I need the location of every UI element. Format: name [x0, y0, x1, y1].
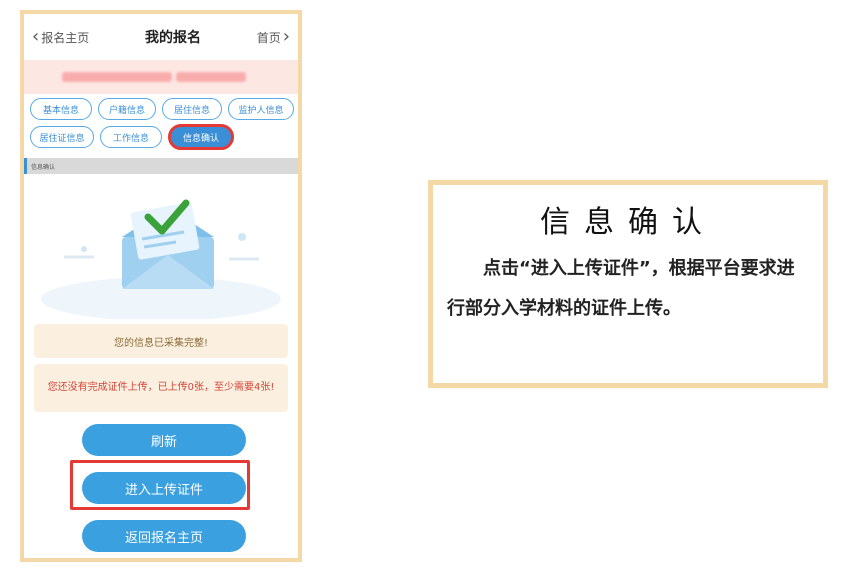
- decor-dot: [238, 233, 246, 241]
- page-title: 我的报名: [145, 30, 201, 46]
- back-to-registration-button[interactable]: 返回报名主页: [82, 520, 246, 552]
- back-label: 报名主页: [41, 30, 90, 45]
- refresh-button[interactable]: 刷新: [82, 424, 246, 456]
- info-complete-notice: 您的信息已采集完整!: [34, 324, 288, 358]
- chevron-left-icon: ‹: [32, 26, 40, 47]
- phone-screen: ‹ 报名主页 我的报名 首页 › 基本信息 户籍信息 居住信息 监护人信息 居住…: [20, 10, 302, 562]
- tab-basic-info[interactable]: 基本信息: [30, 98, 92, 120]
- home-link[interactable]: 首页 ›: [257, 28, 290, 46]
- envelope-icon: [122, 202, 214, 289]
- tab-info-confirm[interactable]: 信息确认: [168, 124, 234, 150]
- home-label: 首页: [256, 30, 281, 45]
- app-header: ‹ 报名主页 我的报名 首页 ›: [24, 14, 298, 60]
- panel-title: 信息确认: [540, 205, 716, 240]
- tab-guardian-info[interactable]: 监护人信息: [228, 98, 294, 120]
- instruction-panel: 信息确认 点击“进入上传证件”，根据平台要求进行部分入学材料的证件上传。: [428, 180, 828, 388]
- tab-residence-info[interactable]: 居住信息: [162, 98, 222, 120]
- envelope-check-illustration: [41, 199, 281, 319]
- upload-warning-notice: 您还没有完成证件上传，已上传0张，至少需要4张!: [34, 364, 288, 412]
- section-title: 信息确认: [31, 163, 56, 171]
- tab-household-info[interactable]: 户籍信息: [98, 98, 156, 120]
- section-header: 信息确认: [24, 158, 298, 174]
- tab-residence-permit-info[interactable]: 居住证信息: [30, 126, 94, 148]
- panel-body: 点击“进入上传证件”，根据平台要求进行部分入学材料的证件上传。: [447, 258, 795, 319]
- chevron-right-icon: ›: [282, 26, 290, 47]
- tab-work-info[interactable]: 工作信息: [100, 126, 162, 148]
- redacted-text: [176, 72, 246, 82]
- back-to-registration-home-link[interactable]: ‹ 报名主页: [32, 28, 89, 46]
- upload-documents-button[interactable]: 进入上传证件: [82, 472, 246, 504]
- redacted-text: [62, 72, 172, 82]
- decor-dot: [81, 246, 87, 252]
- redacted-name-bar: [24, 60, 298, 94]
